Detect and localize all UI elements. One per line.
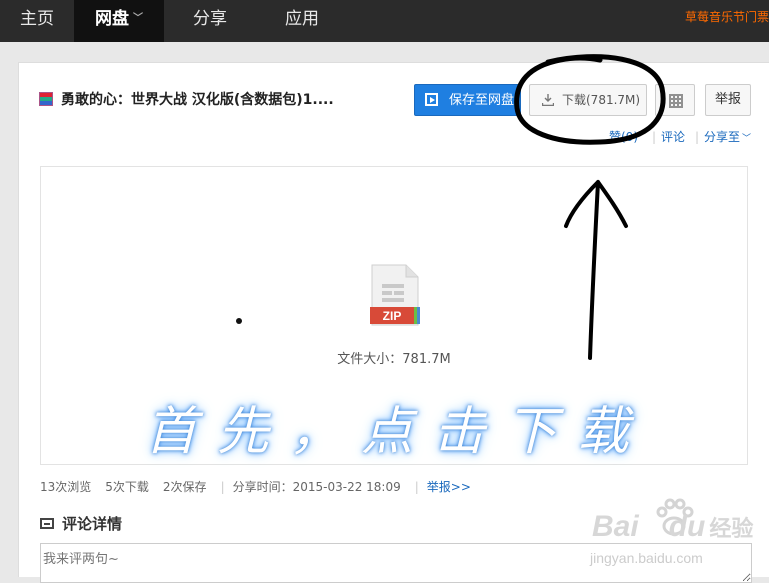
comment-icon (40, 518, 54, 529)
file-title-text: 勇敢的心：世界大战 汉化版(含数据包)1.... (61, 92, 334, 108)
save-icon (425, 93, 438, 106)
views-count: 13次浏览 (40, 480, 92, 494)
file-preview: ZIP 文件大小：781.7M 首先，点击下载 (40, 166, 748, 465)
divider: | (695, 130, 700, 144)
watermark-logo-du: du (668, 510, 706, 543)
divider: | (414, 480, 419, 494)
qr-code-button[interactable] (655, 84, 695, 116)
file-title: 勇敢的心：世界大战 汉化版(含数据包)1.... (39, 89, 334, 109)
chevron-down-icon: ﹀ (133, 13, 143, 24)
share-to-dropdown[interactable]: 分享至 ﹀ (704, 130, 751, 146)
archive-file-icon (39, 92, 53, 106)
watermark-logo-cn: 经验 (709, 516, 754, 541)
comments-heading-text: 评论详情 (62, 515, 123, 533)
nav-home[interactable]: 主页 (0, 0, 74, 42)
save-button-label: 保存至网盘 (449, 93, 515, 108)
report-button[interactable]: 举报 (705, 84, 751, 116)
tutorial-caption: 首先，点击下载 (144, 402, 649, 462)
like-link[interactable]: 赞(0) (609, 130, 638, 144)
watermark-url: jingyan.baidu.com (590, 550, 703, 566)
zip-file-icon: ZIP (370, 264, 420, 326)
download-button[interactable]: 下载(781.7M) (529, 84, 647, 116)
file-size-label: 文件大小：781.7M (337, 352, 451, 367)
divider: | (652, 130, 657, 144)
file-stats: 13次浏览 5次下载 2次保存 | 分享时间：2015-03-22 18:09 | 举报>> (40, 478, 485, 495)
chevron-down-icon: ﹀ (742, 134, 752, 144)
divider: | (220, 480, 225, 494)
comments-heading: 评论详情 (40, 513, 122, 534)
promo-link[interactable]: 草莓音乐节门票 (685, 0, 769, 34)
qr-code-icon (669, 94, 683, 108)
download-icon (542, 94, 554, 106)
share-to-label: 分享至 (704, 130, 741, 144)
comment-link[interactable]: 评论 (661, 130, 685, 144)
report-link[interactable]: 举报>> (427, 480, 471, 494)
saves-count: 2次保存 (162, 480, 207, 494)
baidu-jingyan-watermark: Bai du 经验 jingyan.baidu.com (588, 494, 758, 574)
top-nav: 主页 网盘 ﹀ 分享 应用 草莓音乐节门票 (0, 0, 769, 42)
share-time: 分享时间：2015-03-22 18:09 (232, 480, 401, 494)
nav-disk[interactable]: 网盘 ﹀ (74, 0, 164, 42)
zip-badge-text: ZIP (383, 309, 402, 323)
download-button-label: 下载(781.7M) (562, 93, 641, 107)
nav-share[interactable]: 分享 (164, 0, 256, 42)
watermark-logo: Bai du 经验 (592, 510, 753, 544)
watermark-logo-bai: Bai (592, 510, 639, 543)
nav-apps[interactable]: 应用 (256, 0, 348, 42)
nav-disk-label: 网盘 (95, 9, 129, 29)
downloads-count: 5次下载 (105, 480, 149, 494)
cursor-dot (236, 318, 242, 324)
save-to-disk-button[interactable]: 保存至网盘 (414, 84, 521, 116)
